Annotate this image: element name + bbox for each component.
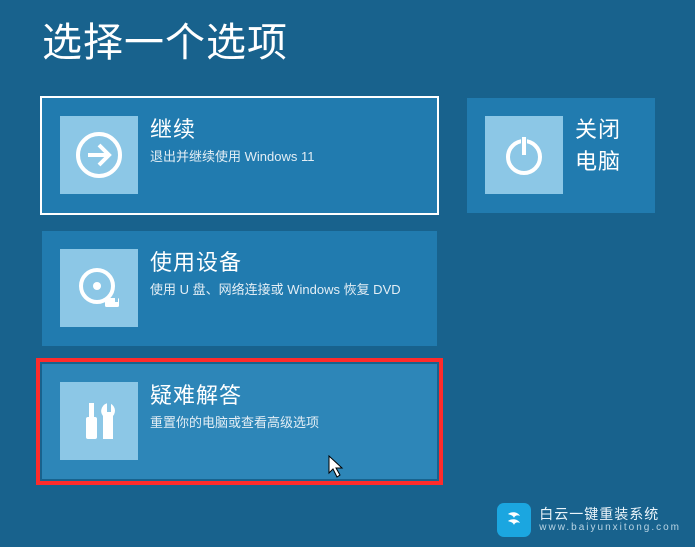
continue-tile[interactable]: 继续 退出并继续使用 Windows 11 bbox=[42, 98, 437, 213]
watermark-site: www.baiyunxitong.com bbox=[539, 522, 681, 533]
arrow-right-icon bbox=[60, 116, 138, 194]
troubleshoot-tile[interactable]: 疑难解答 重置你的电脑或查看高级选项 bbox=[42, 364, 437, 479]
continue-subtitle: 退出并继续使用 Windows 11 bbox=[150, 148, 314, 167]
troubleshoot-heading: 疑难解答 bbox=[150, 378, 319, 410]
troubleshoot-subtitle: 重置你的电脑或查看高级选项 bbox=[150, 414, 319, 433]
watermark-logo-icon bbox=[497, 503, 531, 537]
shutdown-heading: 关闭电脑 bbox=[575, 112, 641, 176]
use-device-tile[interactable]: 使用设备 使用 U 盘、网络连接或 Windows 恢复 DVD bbox=[42, 231, 437, 346]
continue-heading: 继续 bbox=[150, 112, 314, 144]
watermark: 白云一键重装系统 www.baiyunxitong.com bbox=[497, 503, 681, 537]
use-device-subtitle: 使用 U 盘、网络连接或 Windows 恢复 DVD bbox=[150, 281, 401, 300]
options-area: 继续 退出并继续使用 Windows 11 使用设备 使用 U 盘、网络连接 bbox=[42, 98, 695, 479]
watermark-brand: 白云一键重装系统 bbox=[539, 507, 681, 522]
shutdown-tile[interactable]: 关闭电脑 bbox=[467, 98, 655, 213]
tools-icon bbox=[60, 382, 138, 460]
use-device-heading: 使用设备 bbox=[150, 245, 401, 277]
page-title: 选择一个选项 bbox=[42, 10, 695, 68]
disc-icon bbox=[60, 249, 138, 327]
power-icon bbox=[485, 116, 563, 194]
